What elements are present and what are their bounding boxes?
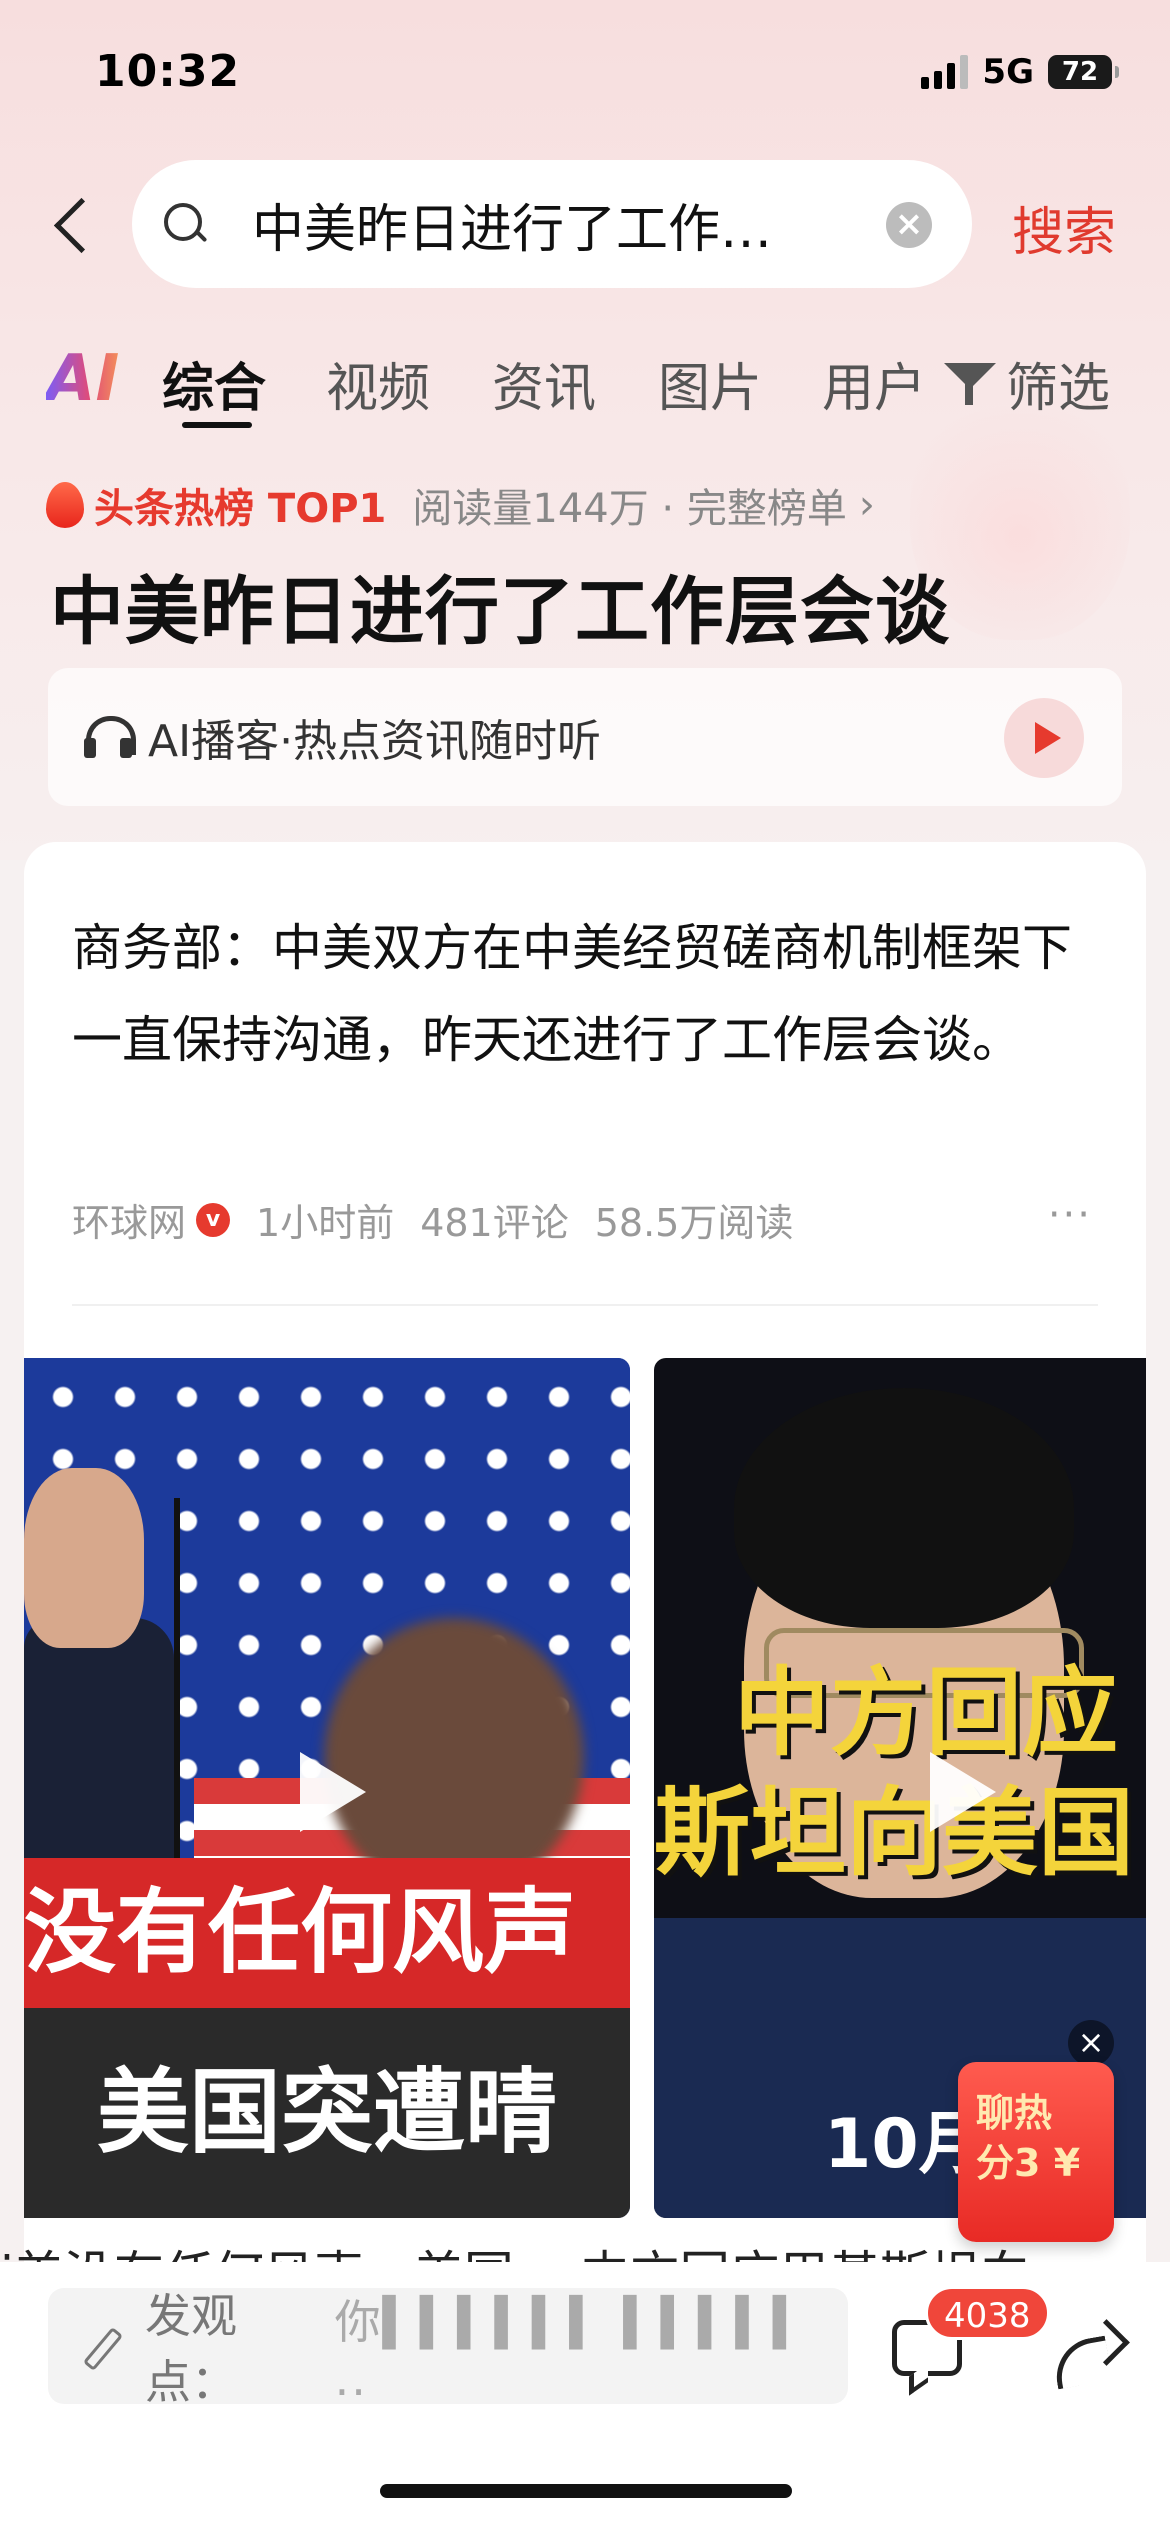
video-1-banner-text: 没有任何风声 [24, 1858, 630, 2008]
home-indicator [380, 2484, 792, 2498]
search-icon [160, 199, 210, 249]
verified-icon: v [196, 1202, 231, 1237]
podcast-label: AI播客·热点资讯随时听 [148, 716, 602, 767]
search-button[interactable]: 搜索 [1012, 190, 1116, 265]
active-tab-indicator [182, 422, 252, 428]
flame-icon [46, 482, 84, 528]
hot-rank-label: 头条热榜 TOP1 [94, 486, 387, 532]
article-comments: 481评论 [420, 1201, 569, 1245]
battery-icon: 72 [1048, 55, 1119, 89]
tab-news[interactable]: 资讯 [492, 346, 596, 421]
status-indicators: 5G 72 [921, 52, 1119, 92]
clear-search-button[interactable]: × [886, 202, 932, 248]
pen-icon [78, 2324, 121, 2368]
topic-title: 中美昨日进行了工作层会谈 [50, 569, 950, 655]
comment-input[interactable]: 发观点： 你▍▍▍▍▍▍ ▍▍▍▍▍ .. [48, 2288, 848, 2409]
podcast-play-button[interactable] [1004, 698, 1084, 778]
video-2-line-2: 斯坦向美国 [654, 1778, 1134, 1888]
float-line-2: 分3 ¥ [976, 2141, 1081, 2185]
filter-label: 筛选 [1006, 359, 1111, 419]
divider [72, 1304, 1098, 1306]
search-input[interactable]: 中美昨日进行了工作… × [132, 160, 972, 288]
video-thumbnail-1[interactable]: 没有任何风声 美国突遭晴 [24, 1358, 630, 2218]
tab-users[interactable]: 用户 [822, 346, 922, 421]
play-icon[interactable] [904, 1738, 1014, 1848]
share-icon[interactable] [1050, 2320, 1126, 2390]
red-packet-float-button[interactable]: 聊热 分3 ¥ [958, 2062, 1114, 2242]
comment-input-label: 发观点： [144, 2289, 237, 2409]
speaker-figure [24, 1618, 174, 1858]
filter-icon [942, 359, 996, 409]
search-query[interactable]: 中美昨日进行了工作… [252, 187, 812, 262]
status-time: 10:32 [95, 46, 241, 97]
tab-images[interactable]: 图片 [658, 346, 762, 421]
currency-icon: ¥ [1053, 2141, 1081, 2185]
comment-count-badge: 4038 [925, 2286, 1050, 2340]
article-source[interactable]: 环球网 [72, 1192, 186, 1247]
speaker-head [24, 1468, 144, 1648]
comment-input-hint: 你▍▍▍▍▍▍ ▍▍▍▍▍ .. [334, 2295, 811, 2406]
speaker-hair [734, 1388, 1074, 1628]
article-time: 1小时前 [256, 1201, 395, 1245]
ai-podcast-bar[interactable]: AI播客·热点资讯随时听 [48, 668, 1122, 806]
article-text[interactable]: 商务部：中美双方在中美经贸磋商机制框架下一直保持沟通，昨天还进行了工作层会谈。 [72, 902, 1102, 1086]
chevron-right-icon: › [858, 482, 875, 528]
float-line-1: 聊热 [976, 2091, 1053, 2135]
back-button[interactable] [48, 190, 98, 260]
more-options-icon[interactable]: ··· [1048, 1192, 1092, 1238]
close-icon[interactable]: × [1068, 2020, 1114, 2066]
hot-rank-meta[interactable]: 阅读量144万 · 完整榜单 [412, 476, 847, 534]
category-tabs: AI 综合 视频 资讯 图片 用户 筛选 [0, 330, 1170, 440]
headphones-icon [84, 714, 136, 760]
play-icon[interactable] [274, 1738, 384, 1848]
article-meta: 环球网 v 1小时前 481评论 58.5万阅读 [72, 1192, 793, 1247]
network-label: 5G [982, 52, 1034, 92]
signal-icon [921, 55, 969, 89]
tab-video[interactable]: 视频 [326, 346, 430, 421]
hot-rank-row[interactable]: 头条热榜 TOP1 阅读量144万 · 完整榜单 › [46, 476, 875, 534]
filter-button[interactable]: 筛选 [942, 346, 1110, 421]
tab-all[interactable]: 综合 [162, 346, 266, 421]
tab-ai[interactable]: AI [46, 342, 119, 416]
article-reads: 58.5万阅读 [594, 1201, 794, 1245]
video-1-bottom-text: 美国突遭晴 [24, 2008, 630, 2218]
